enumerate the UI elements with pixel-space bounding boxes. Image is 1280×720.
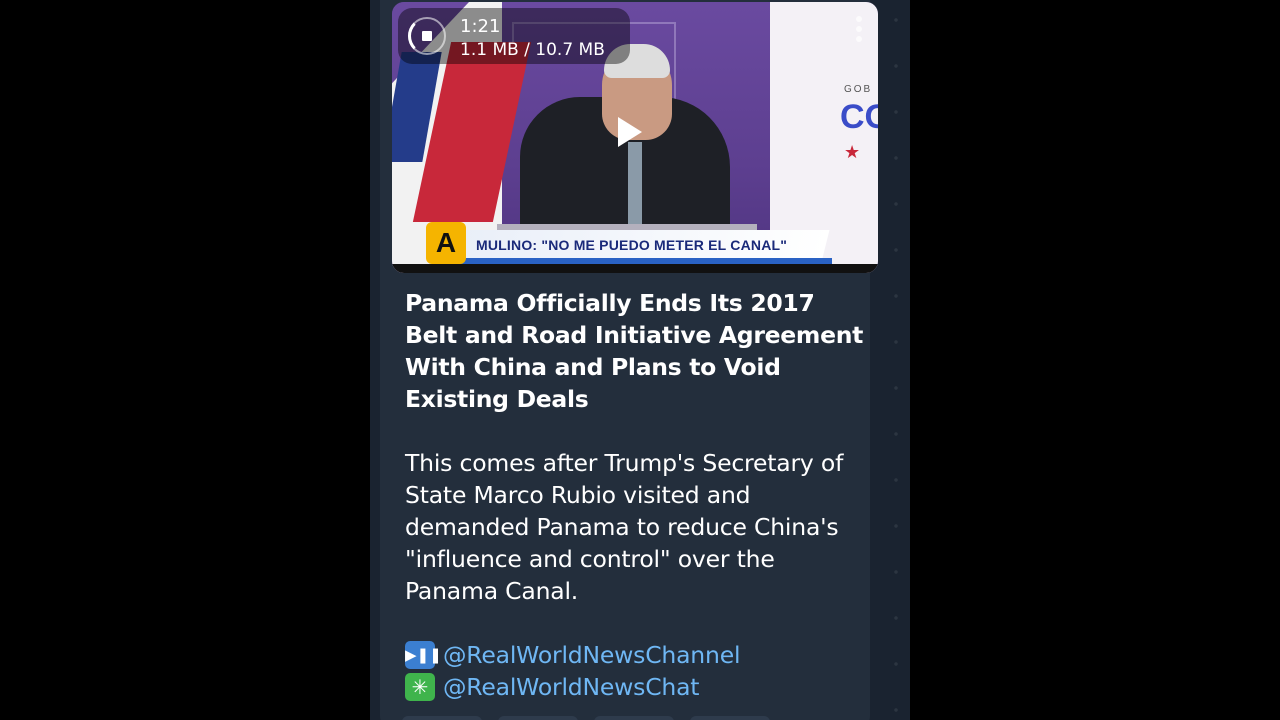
video-bottom-edge: [392, 264, 878, 273]
chat-link[interactable]: @RealWorldNewsChat: [443, 671, 700, 703]
more-options-icon[interactable]: [854, 16, 864, 50]
play-icon[interactable]: [618, 117, 642, 147]
message-text: Panama Officially Ends Its 2017 Belt and…: [405, 287, 865, 703]
link-row-chat: ✳ @RealWorldNewsChat: [405, 671, 865, 703]
download-progress: 1.1 MB / 10.7 MB: [460, 40, 605, 60]
message-bubble[interactable]: GOB CO ★ MULINO: "NO ME PUEDO METER EL C…: [380, 0, 878, 720]
panel-text-top: GOB: [844, 84, 873, 95]
reaction-bar: [402, 713, 872, 720]
eight-spoked-asterisk-emoji-icon: ✳: [405, 673, 435, 701]
reaction-chip[interactable]: [594, 716, 674, 720]
link-row-channel: ▶︎❚❚ @RealWorldNewsChannel: [405, 639, 865, 671]
download-status: 1:21 1.1 MB / 10.7 MB: [398, 8, 630, 64]
speaker-tie: [628, 142, 642, 232]
star-icon: ★: [844, 142, 861, 163]
play-pause-emoji-icon: ▶︎❚❚: [405, 641, 442, 669]
stop-icon: [422, 31, 432, 41]
channel-links: ▶︎❚❚ @RealWorldNewsChannel ✳ @RealWorldN…: [405, 639, 865, 703]
reaction-chip[interactable]: [498, 716, 578, 720]
video-player[interactable]: GOB CO ★ MULINO: "NO ME PUEDO METER EL C…: [392, 2, 878, 273]
post-body: This comes after Trump's Secretary of St…: [405, 449, 844, 605]
channel-link[interactable]: @RealWorldNewsChannel: [443, 639, 740, 671]
reaction-chip[interactable]: [690, 716, 770, 720]
cancel-download-button[interactable]: [408, 17, 446, 55]
post-title: Panama Officially Ends Its 2017 Belt and…: [405, 289, 864, 413]
channel-logo: A: [426, 222, 466, 264]
reaction-chip[interactable]: [402, 716, 482, 720]
panel-text-big: CO: [840, 98, 878, 136]
chat-view: GOB CO ★ MULINO: "NO ME PUEDO METER EL C…: [370, 0, 910, 720]
news-banner-text: MULINO: "NO ME PUEDO METER EL CANAL": [476, 237, 788, 253]
video-duration: 1:21: [460, 16, 501, 37]
